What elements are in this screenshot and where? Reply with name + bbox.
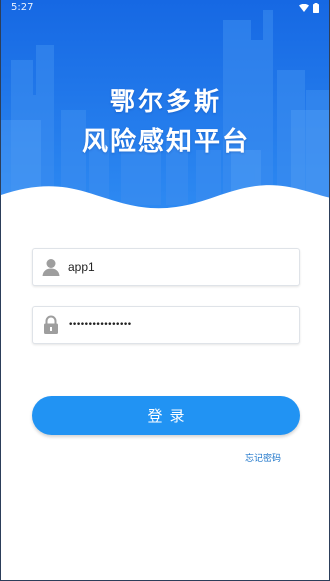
status-icons (299, 3, 319, 13)
login-button[interactable]: 登录 (32, 396, 300, 435)
status-time: 5:27 (11, 2, 34, 13)
app-title-line2: 风险感知平台 (81, 127, 250, 157)
wifi-icon (299, 4, 309, 12)
username-input[interactable] (68, 249, 293, 285)
app-title-line1: 鄂尔多斯 (109, 87, 222, 116)
battery-icon (313, 3, 319, 13)
lock-icon (44, 315, 58, 334)
login-screen: 5:27 鄂尔多斯 风险感知平台 •••••••••••••••• (0, 0, 330, 581)
username-field[interactable] (32, 248, 300, 286)
status-bar: 5:27 (1, 0, 329, 16)
forgot-password-link[interactable]: 忘记密码 (245, 451, 281, 464)
password-input[interactable]: •••••••••••••••• (68, 317, 132, 333)
user-icon (42, 259, 60, 276)
password-field[interactable]: •••••••••••••••• (32, 306, 300, 344)
